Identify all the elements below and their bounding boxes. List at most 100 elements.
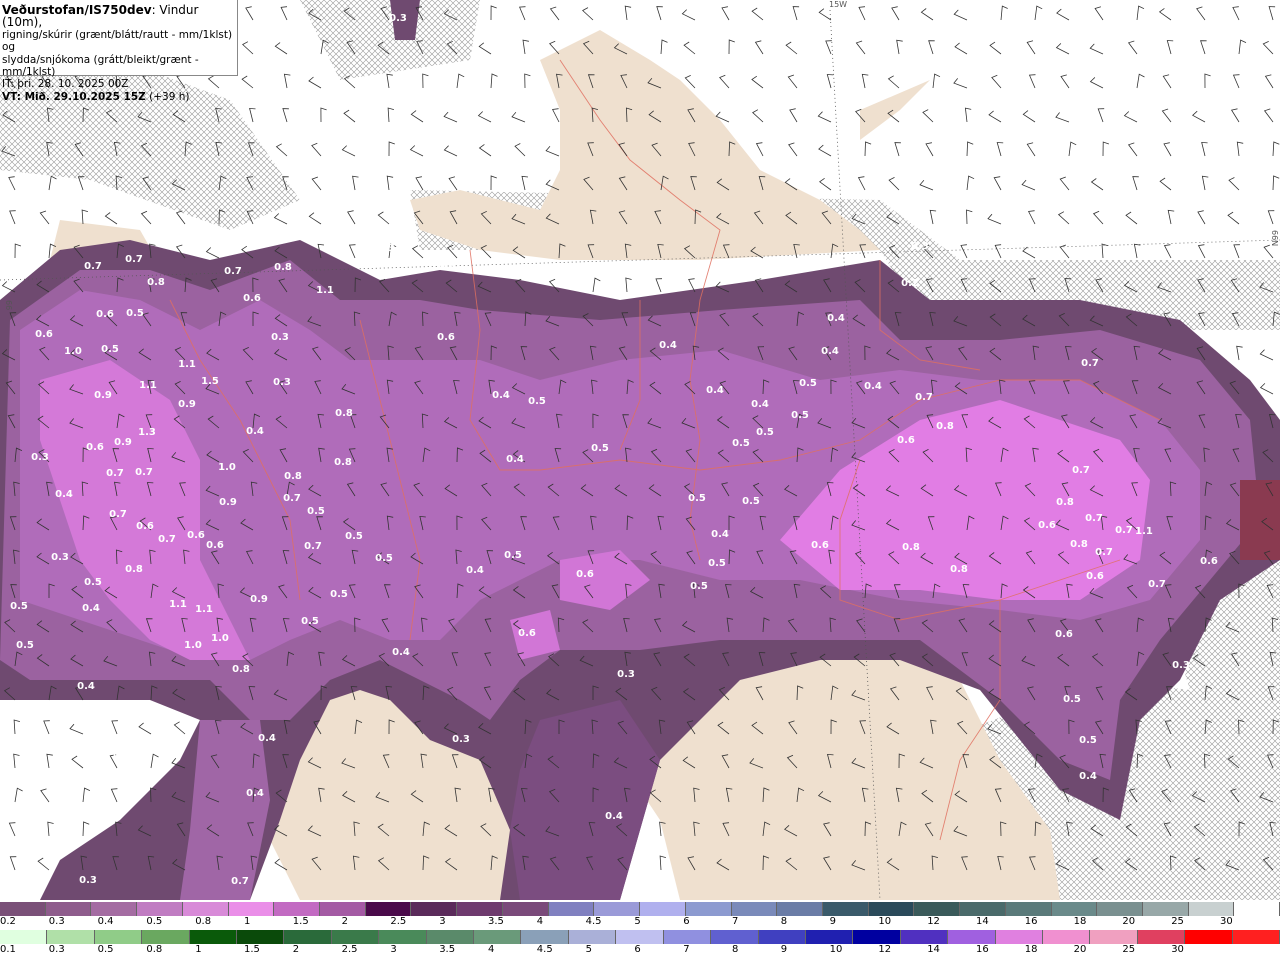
legend-label: 2 xyxy=(341,916,348,927)
legend-swatch xyxy=(731,902,778,916)
precip-value-label: 0.6 xyxy=(96,309,114,320)
precip-value-label: 0.4 xyxy=(466,565,484,576)
precip-value-label: 0.6 xyxy=(35,329,53,340)
precip-value-label: 0.3 xyxy=(271,332,289,343)
precip-value-label: 0.5 xyxy=(591,443,609,454)
legend-label: 12 xyxy=(927,916,940,927)
precip-value-label: 0.4 xyxy=(392,647,410,658)
legend-label: 10 xyxy=(878,916,892,927)
legend-label: 20 xyxy=(1073,944,1087,955)
legend-label: 0.2 xyxy=(0,916,16,927)
precip-value-label: 0.4 xyxy=(246,426,264,437)
precip-value-label: 0.4 xyxy=(506,454,524,465)
legend-label: 4.5 xyxy=(536,944,553,955)
precip-value-label: 0.5 xyxy=(101,344,119,355)
legend-swatch xyxy=(320,902,366,916)
legend-label: 0.8 xyxy=(195,916,212,927)
legend-swatch xyxy=(822,902,869,916)
precip-value-label: 0.5 xyxy=(690,581,708,592)
precip-value-label: 0.7 xyxy=(1081,358,1099,369)
legend-swatch xyxy=(137,902,183,916)
legend-label: 0.3 xyxy=(48,916,65,927)
precip-value-label: 0.5 xyxy=(330,589,348,600)
precip-value-label: 0.6 xyxy=(243,293,261,304)
legend-swatch xyxy=(426,930,475,944)
precip-value-label: 1.1 xyxy=(316,285,334,296)
legend-swatch xyxy=(1188,902,1235,916)
precip-value-label: 0.5 xyxy=(504,550,522,561)
precip-value-label: 0.9 xyxy=(178,399,196,410)
precip-value-label: 0.5 xyxy=(732,438,750,449)
precip-value-label: 0.7 xyxy=(125,254,143,265)
legend-label: 7 xyxy=(732,916,739,927)
precip-value-label: 1.1 xyxy=(139,380,157,391)
precip-value-label: 0.8 xyxy=(1070,539,1088,550)
precip-value-label: 0.7 xyxy=(304,541,322,552)
legend-swatch xyxy=(142,930,190,944)
legend-swatch xyxy=(1137,930,1186,944)
precip-value-label: 1.0 xyxy=(218,462,236,473)
precip-value-label: 0.5 xyxy=(708,558,726,569)
precip-value-label: 0.5 xyxy=(1079,735,1097,746)
precip-value-label: 0.6 xyxy=(187,530,205,541)
precip-value-label: 0.5 xyxy=(688,493,706,504)
precip-value-label: 0.5 xyxy=(126,308,144,319)
legend-label: 6 xyxy=(634,944,641,955)
legend-swatch xyxy=(228,902,275,916)
legend-label: 2.5 xyxy=(390,916,407,927)
legend-swatch xyxy=(616,930,664,944)
precip-value-label: 1.0 xyxy=(184,640,202,651)
legend-rain-bar xyxy=(0,930,1280,944)
legend-label: 16 xyxy=(1024,916,1038,927)
legend-label: 4.5 xyxy=(585,916,602,927)
precip-value-label: 0.4 xyxy=(55,489,73,500)
precip-value-label: 0.9 xyxy=(219,497,237,508)
legend-swatch xyxy=(805,930,854,944)
legend: 0.2 0.3 0.4 0.5 0.8 1 1.5 2 2.5 3 3.5 4 4.5 5 6 7 8 9 10 12… xyxy=(0,900,1280,958)
legend-swatch xyxy=(960,902,1006,916)
legend-label: 18 xyxy=(1024,944,1038,955)
valid-time: VT: Mið. 29.10.2025 15Z xyxy=(2,90,146,103)
precip-value-label: 0.3 xyxy=(79,875,97,886)
precip-value-label: 0.8 xyxy=(950,564,968,575)
precip-value-label: 0.3 xyxy=(51,552,69,563)
legend-swatch xyxy=(274,902,321,916)
precip-value-label: 0.8 xyxy=(232,664,250,675)
precip-value-label: 0.5 xyxy=(345,531,363,542)
precip-value-label: 0.7 xyxy=(1085,513,1103,524)
precip-value-label: 0.3 xyxy=(273,377,291,388)
precip-value-label: 0.7 xyxy=(915,392,933,403)
legend-swatch xyxy=(1090,930,1138,944)
legend-label: 4 xyxy=(536,916,544,927)
precip-value-label: 0.6 xyxy=(1086,571,1104,582)
precip-value-label: 0.4 xyxy=(751,399,769,410)
legend-swatch xyxy=(548,902,595,916)
legend-swatch xyxy=(365,902,412,916)
legend-swatch xyxy=(900,930,949,944)
legend-label: 25 xyxy=(1171,916,1184,927)
precip-value-label: 0.5 xyxy=(307,506,325,517)
precip-value-label: 1.1 xyxy=(169,599,187,610)
legend-swatch xyxy=(502,902,549,916)
legend-label: 30 xyxy=(1171,944,1184,955)
precip-value-label: 1.5 xyxy=(201,376,219,387)
precip-value-label: 0.3 xyxy=(617,669,635,680)
legend-label: 1 xyxy=(195,944,202,955)
precip-value-label: 0.5 xyxy=(742,496,760,507)
legend-swatch xyxy=(94,930,143,944)
legend-swatch xyxy=(995,930,1043,944)
precip-value-label: 0.5 xyxy=(301,616,319,627)
precip-value-label: 0.7 xyxy=(109,509,127,520)
legend-label: 25 xyxy=(1122,944,1136,955)
legend-label: 30 xyxy=(1220,916,1233,927)
precip-value-label: 0.9 xyxy=(250,594,268,605)
precip-value-label: 0.8 xyxy=(902,542,920,553)
precip-value-label: 0.7 xyxy=(1148,579,1166,590)
precip-value-label: 0.7 xyxy=(1072,465,1090,476)
precip-value-label: 0.6 xyxy=(1038,520,1056,531)
legend-label: 14 xyxy=(976,916,989,927)
precip-value-label: 0.5 xyxy=(756,427,774,438)
precip-value-label: 0.9 xyxy=(114,437,132,448)
legend-swatch xyxy=(1232,930,1280,944)
precip-value-label: 0.6 xyxy=(1055,629,1073,640)
